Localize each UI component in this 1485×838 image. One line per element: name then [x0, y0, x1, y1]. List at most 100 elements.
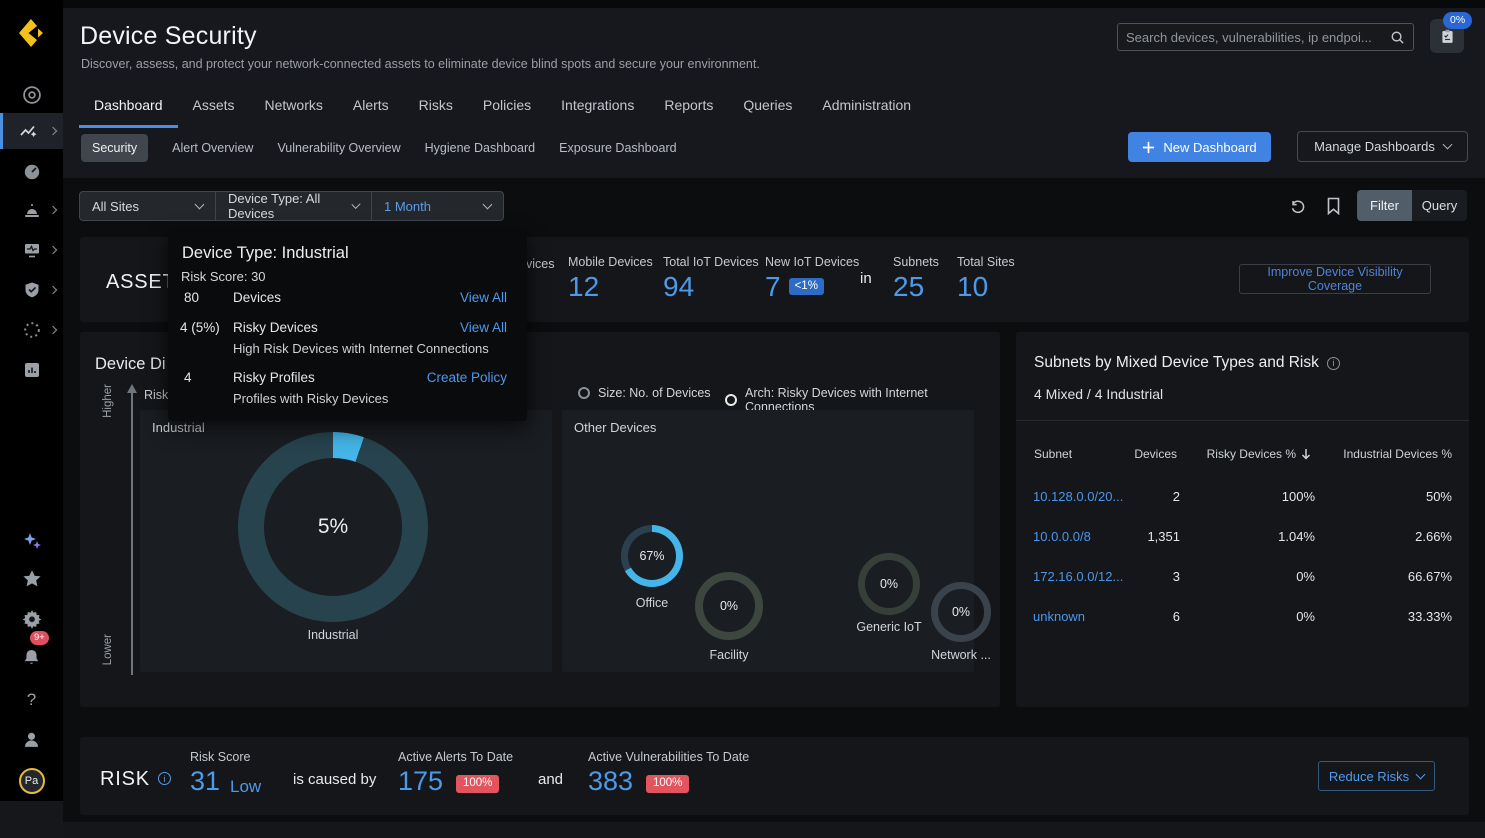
subnet-link[interactable]: 10.128.0.0/20...	[1033, 489, 1123, 504]
tooltip-count: 4	[184, 370, 192, 385]
stat-value[interactable]: 12	[568, 272, 653, 301]
sidebar-item-device-security[interactable]	[0, 113, 63, 149]
bubble-network[interactable]: 0%	[931, 582, 991, 642]
filter-mode-button[interactable]: Filter	[1357, 190, 1412, 221]
tab-administration[interactable]: Administration	[807, 90, 926, 128]
main-tabs: Dashboard Assets Networks Alerts Risks P…	[79, 90, 926, 128]
active-alerts-value[interactable]: 175	[398, 768, 443, 795]
cell-industrial: 33.33%	[1408, 609, 1452, 624]
new-dashboard-button[interactable]: New Dashboard	[1128, 132, 1271, 162]
active-vulns-label: Active Vulnerabilities To Date	[588, 750, 749, 764]
subnet-link[interactable]: unknown	[1033, 609, 1085, 624]
sidebar-collapse[interactable]	[0, 801, 63, 838]
sidebar-item-discovery[interactable]	[0, 76, 63, 114]
brand-logo[interactable]	[0, 12, 63, 54]
tab-policies[interactable]: Policies	[468, 90, 546, 128]
sidebar-item-appliances[interactable]	[0, 231, 63, 269]
subtab-hygiene-dashboard[interactable]: Hygiene Dashboard	[425, 141, 536, 155]
and-label: and	[538, 771, 563, 788]
device-type-select[interactable]: Device Type: All Devices	[215, 192, 371, 220]
sidebar-item-reports[interactable]	[0, 351, 63, 389]
risk-summary-card: RISK i Risk Score 31 Low is caused by Ac…	[80, 737, 1469, 815]
search-input[interactable]	[1118, 30, 1390, 45]
industrial-donut-chart[interactable]: 5%	[238, 432, 428, 622]
col-header-industrial[interactable]: Industrial Devices %	[1343, 447, 1452, 461]
sidebar-item-processes[interactable]	[0, 311, 63, 349]
page-header: Device Security Discover, assess, and pr…	[63, 8, 1485, 178]
subnet-link[interactable]: 172.16.0.0/12...	[1033, 569, 1123, 584]
shield-check-icon	[22, 280, 42, 300]
tab-assets[interactable]: Assets	[178, 90, 250, 128]
subtab-security[interactable]: Security	[81, 134, 148, 162]
gear-icon	[21, 608, 43, 630]
query-mode-button[interactable]: Query	[1412, 190, 1467, 221]
bubble-facility[interactable]: 0%	[695, 572, 763, 640]
dashboard-subtabs: Security Alert Overview Vulnerability Ov…	[81, 134, 677, 162]
tab-reports[interactable]: Reports	[649, 90, 728, 128]
filter-mode-label: Filter	[1370, 198, 1399, 213]
sidebar-item-notifications[interactable]: 9+	[0, 638, 63, 676]
chevron-right-icon	[49, 246, 57, 254]
period-select[interactable]: 1 Month	[371, 192, 503, 220]
period-select-value: 1 Month	[384, 199, 431, 214]
bubble-value: 0%	[720, 599, 738, 613]
global-search[interactable]	[1117, 23, 1414, 51]
subtab-alert-overview[interactable]: Alert Overview	[172, 141, 253, 155]
stat-value[interactable]: 94	[663, 272, 759, 301]
sidebar-item-user[interactable]	[0, 720, 63, 758]
sidebar-item-alerts[interactable]	[0, 191, 63, 229]
col-header-subnet[interactable]: Subnet	[1034, 447, 1072, 461]
view-all-link[interactable]: View All	[460, 290, 507, 305]
refresh-button[interactable]	[1287, 195, 1309, 217]
subnet-link[interactable]: 10.0.0.0/8	[1033, 529, 1091, 544]
info-icon[interactable]: i	[1327, 357, 1340, 370]
create-policy-link[interactable]: Create Policy	[427, 370, 507, 385]
sites-select[interactable]: All Sites	[80, 192, 215, 220]
caused-by-label: is caused by	[293, 771, 376, 788]
sparkles-icon	[20, 529, 44, 553]
active-vulns-value[interactable]: 383	[588, 768, 633, 795]
tab-integrations[interactable]: Integrations	[546, 90, 649, 128]
improve-visibility-button[interactable]: Improve Device Visibility Coverage	[1239, 264, 1431, 294]
bubble-office[interactable]: 67%	[621, 525, 683, 587]
stat-value[interactable]: 7	[765, 272, 781, 301]
chevron-down-icon	[483, 199, 493, 209]
info-icon[interactable]: i	[158, 772, 171, 785]
reduce-risks-button[interactable]: Reduce Risks	[1318, 761, 1435, 791]
axis-higher-label: Higher	[102, 384, 114, 418]
device-type-tooltip: Device Type: Industrial Risk Score: 30 8…	[168, 232, 527, 421]
tab-networks[interactable]: Networks	[250, 90, 338, 128]
device-type-select-value: Device Type: All Devices	[228, 191, 353, 221]
stat-new-iot-devices: New IoT Devices 7<1%	[765, 255, 859, 301]
subtab-exposure-dashboard[interactable]: Exposure Dashboard	[559, 141, 676, 155]
axis-lower-label: Lower	[102, 634, 114, 665]
view-all-link[interactable]: View All	[460, 320, 507, 335]
toggle-size[interactable]: Size: No. of Devices	[578, 386, 711, 400]
stat-value[interactable]: 25	[893, 272, 939, 301]
page-subtitle: Discover, assess, and protect your netwo…	[81, 57, 760, 71]
tab-alerts[interactable]: Alerts	[338, 90, 404, 128]
tab-risks[interactable]: Risks	[404, 90, 468, 128]
manage-dashboards-button[interactable]: Manage Dashboards	[1297, 131, 1468, 162]
stat-label: Subnets	[893, 255, 939, 269]
subtab-vulnerability-overview[interactable]: Vulnerability Overview	[277, 141, 400, 155]
col-header-risky[interactable]: Risky Devices %	[1207, 447, 1311, 461]
chevron-right-icon	[49, 206, 57, 214]
distribution-title: Device Di	[95, 355, 166, 374]
bubble-generic-iot[interactable]: 0%	[858, 553, 920, 615]
risk-score-level: Low	[230, 777, 261, 797]
sidebar-item-ai-assistant[interactable]	[0, 522, 63, 560]
tab-dashboard[interactable]: Dashboard	[79, 90, 178, 128]
bookmark-button[interactable]	[1322, 195, 1344, 217]
stat-value[interactable]: 10	[957, 272, 1015, 301]
sidebar-item-account[interactable]: Pa	[0, 762, 63, 800]
sidebar-item-favorites[interactable]	[0, 560, 63, 598]
col-header-devices[interactable]: Devices	[1134, 447, 1177, 461]
tab-queries[interactable]: Queries	[728, 90, 807, 128]
sidebar-item-dashboard[interactable]	[0, 153, 63, 191]
sidebar-item-policies[interactable]	[0, 271, 63, 309]
page-title: Device Security	[80, 22, 257, 51]
monitor-pulse-icon	[22, 240, 42, 260]
alerts-percent-badge: 100%	[456, 775, 499, 793]
sidebar-item-help[interactable]: ?	[0, 681, 63, 719]
